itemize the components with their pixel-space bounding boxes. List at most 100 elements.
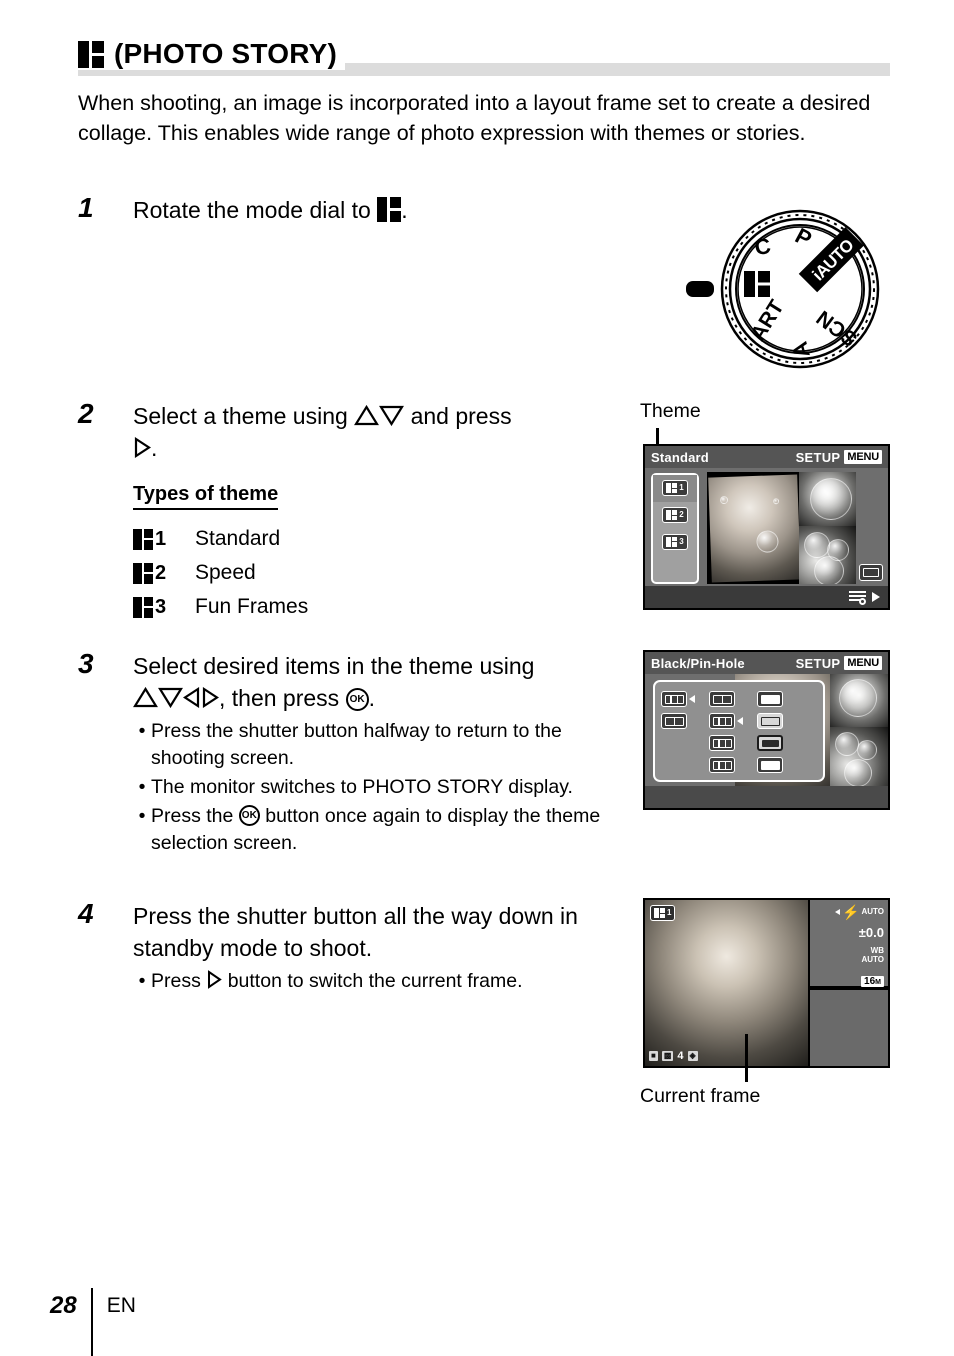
theme-number: 1 [155,527,167,550]
step-3-number: 3 [78,648,94,679]
page-number: 28 [50,1292,77,1319]
bullet-dot: • [138,805,146,827]
step-1-text-before: Rotate the mode dial to [133,197,371,223]
grid-cell-c2r1[interactable] [709,691,757,707]
grid-cell-c3r3-selected[interactable] [757,735,805,751]
screen-title: Black/Pin-Hole [651,655,745,671]
ok-button-icon: OK [345,688,369,711]
theme-rail-item-1[interactable]: 1 [653,475,697,502]
grid-cell-c3r2[interactable] [757,713,805,729]
pending-frame-2 [807,987,888,1066]
menu-settings-icon[interactable] [849,590,866,605]
ok-button-icon: OK [238,805,260,826]
preview-photo-bubble-1 [829,674,888,728]
preview-photo-bubble-2 [799,525,856,584]
theme-rail-item-empty [653,555,697,582]
step-1-text-after: . [401,197,408,223]
current-frame-photo [645,900,808,1066]
wb-value: AUTO [861,955,884,964]
page-title: (PHOTO STORY) [114,38,337,69]
bullet-text-after: button to switch the current frame. [227,970,523,992]
photo-story-icon [666,536,678,547]
table-row [661,754,817,776]
step-2-text-1: Select a theme using [133,403,348,429]
theme-rail-number: 2 [679,510,684,520]
bullet-text: Press the OK button once again to displa… [151,803,638,857]
frame-layout-grid[interactable] [653,680,825,782]
bullet-dot: • [138,720,146,742]
macro-icon: ◈ [687,1051,698,1061]
step-4-text: Press the shutter button all the way dow… [133,903,578,961]
photo-story-icon [666,483,678,494]
screen-title-bar: Black/Pin-Hole SETUP MENU [645,652,888,674]
screen-item-select: Black/Pin-Hole SETUP MENU [643,650,890,810]
intro-paragraph: When shooting, an image is incorporated … [78,91,871,145]
grid-cell-c2r2[interactable] [709,713,757,729]
bullet-text: The monitor switches to PHOTO STORY disp… [151,776,573,798]
screen-title: Standard [651,449,709,465]
footer-divider [90,1288,93,1356]
flash-icon: ⚡ [842,904,860,920]
down-arrow-icon [379,405,405,426]
step-3-text-1: Select desired items in the theme using [133,653,535,679]
step-3-text-2: , then press [219,685,340,711]
step-2-text: Select a theme using and press . [133,400,512,464]
status-bar: ■ ▩ 4 ◈ [649,1050,698,1062]
image-size-badge: 16M [861,976,884,987]
setup-label: SETUP [795,449,841,465]
callout-current-frame: Current frame [640,1085,761,1107]
theme-label: Fun Frames [195,595,309,618]
preview-photo-child [708,474,802,584]
menu-button[interactable]: MENU [844,450,882,464]
right-arrow-icon[interactable] [872,592,880,602]
photo-story-icon [133,596,153,618]
list-item: 2 Speed [133,556,308,590]
step-2-text-3: . [151,435,158,461]
theme-number: 2 [155,561,167,584]
down-arrow-icon [158,687,183,708]
grid-cell-c1r1[interactable] [661,691,709,707]
list-item: • Press the OK button once again to disp… [133,803,638,857]
card-icon: ▩ [661,1051,674,1061]
table-row [661,688,817,710]
page-header: (PHOTO STORY) [78,38,890,80]
list-item: • The monitor switches to PHOTO STORY di… [133,774,638,801]
screen-shooting-display: 1 ⚡ AUTO ±0.0 WB AUTO 16M ■ ▩ 4 ◈ [643,898,890,1068]
theme-label: Speed [195,561,256,584]
grid-cell-c3r4[interactable] [757,757,805,773]
bullet-dot: • [138,776,146,798]
left-arrow-icon [835,909,841,915]
grid-cell-c1r2[interactable] [661,713,709,729]
photo-story-icon [78,40,104,68]
list-item: 3 Fun Frames [133,590,308,624]
screen-footer [645,586,888,608]
list-item: • Press button to switch the current fra… [133,968,638,995]
flash-mode-value: AUTO [861,907,884,916]
white-balance: WB AUTO [835,946,884,964]
list-item: • Press the shutter button halfway to re… [133,718,638,772]
step-3-bullets: • Press the shutter button halfway to re… [133,718,638,857]
theme-rail[interactable]: 1 2 3 [651,473,699,584]
grid-cell-c3r1[interactable] [757,691,805,707]
table-row [661,710,817,732]
theme-rail-item-2[interactable]: 2 [653,502,697,529]
theme-rail-item-3[interactable]: 3 [653,529,697,556]
bullet-text: Press the shutter button halfway to retu… [151,720,562,769]
theme-label: Standard [195,527,281,550]
step-3-text: Select desired items in the theme using … [133,650,638,714]
step-1-number: 1 [78,192,94,223]
battery-icon: ■ [649,1051,658,1061]
collage-preview [707,472,856,584]
list-item: 1 Standard [133,522,308,556]
selection-arrow-icon [689,695,695,703]
screen-footer [645,786,888,808]
layout-icon-single[interactable] [859,564,883,581]
leader-line [745,1034,748,1082]
step-1-text: Rotate the mode dial to . [133,194,408,226]
theme-rail-number: 1 [679,483,684,493]
grid-cell-c2r4[interactable] [709,757,757,773]
callout-theme: Theme [640,400,701,422]
menu-button[interactable]: MENU [844,656,882,670]
theme-number: 3 [155,595,167,618]
grid-cell-c2r3[interactable] [709,735,757,751]
